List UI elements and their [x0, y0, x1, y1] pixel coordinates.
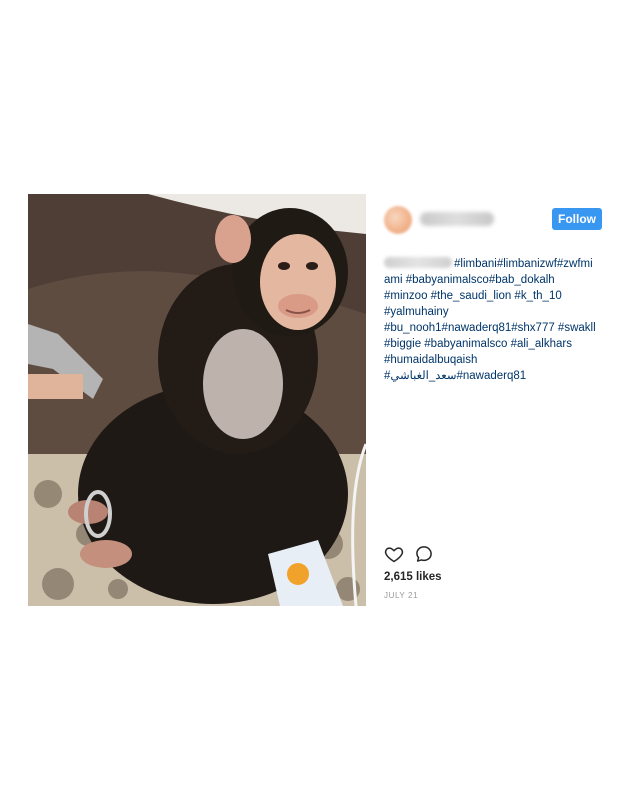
caption-line[interactable]: #bu_nooh1#nawaderq81#shx777 #swakll	[384, 320, 606, 336]
caption-line[interactable]: #limbani#limbanizwf#zwfmi	[384, 256, 606, 272]
instagram-post: Follow #limbani#limbanizwf#zwfmi ami #ba…	[28, 194, 612, 606]
post-date: JULY 21	[384, 591, 419, 600]
caption-line[interactable]: #humaidalbuqaish	[384, 352, 606, 368]
caption-line[interactable]: #biggie #babyanimalsco #ali_alkhars	[384, 336, 606, 352]
caption-line[interactable]: ami #babyanimalsco#bab_dokalh	[384, 272, 606, 288]
caption-line[interactable]: #yalmuhainy	[384, 304, 606, 320]
username-blurred[interactable]	[420, 212, 494, 226]
post-actions	[384, 544, 464, 564]
caption-line[interactable]: #سعد_الغباشي#nawaderq81	[384, 368, 606, 384]
post-sidebar: Follow #limbani#limbanizwf#zwfmi ami #ba…	[380, 194, 612, 606]
caption-username-blurred[interactable]	[384, 257, 452, 268]
caption: #limbani#limbanizwf#zwfmi ami #babyanima…	[384, 256, 606, 384]
chimpanzee-photo-illustration	[28, 194, 366, 606]
hashtag-text[interactable]: #limbani#limbanizwf#zwfmi	[454, 258, 593, 270]
avatar[interactable]	[384, 206, 412, 234]
caption-line[interactable]: #minzoo #the_saudi_lion #k_th_10	[384, 288, 606, 304]
follow-button[interactable]: Follow	[552, 208, 602, 230]
post-photo[interactable]	[28, 194, 366, 606]
comment-bubble-icon[interactable]	[414, 544, 434, 564]
heart-outline-icon[interactable]	[384, 544, 404, 564]
likes-count[interactable]: 2,615 likes	[384, 571, 442, 583]
